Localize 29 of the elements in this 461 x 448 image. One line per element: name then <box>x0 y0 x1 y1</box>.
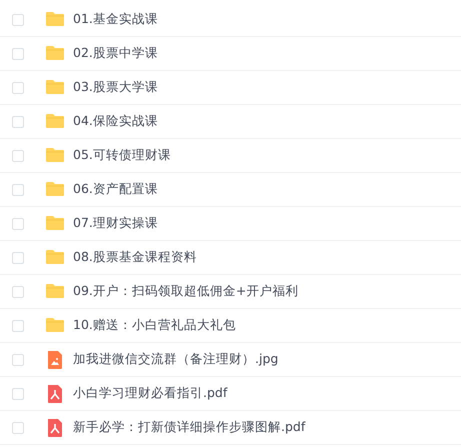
checkbox[interactable] <box>12 354 24 366</box>
file-name[interactable]: 加我进微信交流群（备注理财）.jpg <box>73 351 278 368</box>
checkbox[interactable] <box>12 252 24 264</box>
checkbox[interactable] <box>12 82 24 94</box>
folder-name[interactable]: 03.股票大学课 <box>73 79 158 96</box>
file-name[interactable]: 小白学习理财必看指引.pdf <box>73 385 228 402</box>
checkbox[interactable] <box>12 184 24 196</box>
folder-name[interactable]: 09.开户：扫码领取超低佣金+开户福利 <box>73 283 298 300</box>
checkbox[interactable] <box>12 218 24 230</box>
checkbox[interactable] <box>12 286 24 298</box>
checkbox[interactable] <box>12 116 24 128</box>
folder-name[interactable]: 10.赠送：小白营礼品大礼包 <box>73 317 236 334</box>
folder-name[interactable]: 05.可转债理财课 <box>73 147 171 164</box>
checkbox[interactable] <box>12 14 24 26</box>
folder-name[interactable]: 07.理财实操课 <box>73 215 158 232</box>
folder-name[interactable]: 04.保险实战课 <box>73 113 158 130</box>
folder-name[interactable]: 08.股票基金课程资料 <box>73 249 197 266</box>
folder-name[interactable]: 02.股票中学课 <box>73 45 158 62</box>
pdf-file-icon <box>45 384 65 404</box>
image-file-icon <box>45 350 65 370</box>
pdf-file-icon <box>45 418 65 438</box>
file-name[interactable]: 新手必学：打新债详细操作步骤图解.pdf <box>73 419 306 436</box>
checkbox[interactable] <box>12 422 24 434</box>
checkbox[interactable] <box>12 150 24 162</box>
checkbox[interactable] <box>12 388 24 400</box>
folder-name[interactable]: 01.基金实战课 <box>73 11 158 28</box>
checkbox[interactable] <box>12 48 24 60</box>
checkbox[interactable] <box>12 320 24 332</box>
folder-name[interactable]: 06.资产配置课 <box>73 181 158 198</box>
